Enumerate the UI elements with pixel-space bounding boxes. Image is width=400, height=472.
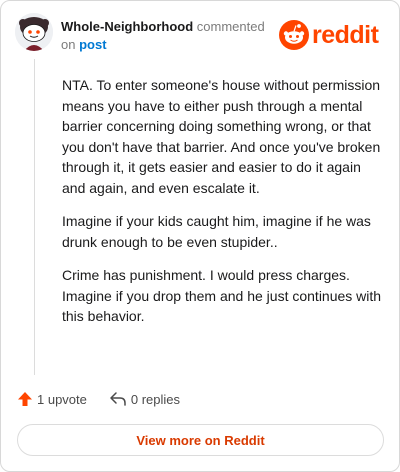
reddit-snoo-icon: [279, 20, 309, 50]
replies-button[interactable]: 0 replies: [109, 391, 180, 407]
upvote-count: 1 upvote: [37, 391, 87, 407]
comment-body: NTA. To enter someone's house without pe…: [62, 75, 384, 340]
upvote-arrow-icon: [18, 392, 32, 406]
upvote-button[interactable]: 1 upvote: [17, 391, 87, 407]
comment-paragraph: Imagine if your kids caught him, imagine…: [62, 213, 371, 250]
reddit-wordmark: reddit: [312, 20, 379, 49]
comment-header: Whole-Neighborhood commented on post: [61, 18, 279, 54]
post-link[interactable]: post: [79, 36, 106, 54]
author-username[interactable]: Whole-Neighborhood: [61, 19, 193, 34]
thread-line[interactable]: [34, 59, 35, 375]
snoo-avatar-icon: [15, 13, 53, 51]
comment-paragraph: NTA. To enter someone's house without pe…: [62, 77, 381, 196]
comment-paragraph: Crime has punishment. I would press char…: [62, 267, 382, 324]
reddit-logo[interactable]: reddit: [279, 19, 379, 51]
view-more-button[interactable]: View more on Reddit: [17, 424, 384, 456]
reply-arrow-icon: [110, 392, 126, 406]
user-avatar[interactable]: [15, 13, 53, 51]
replies-count: 0 replies: [130, 391, 181, 407]
comment-actions: 1 upvote 0 replies: [17, 389, 180, 409]
reddit-comment-embed: Whole-Neighborhood commented on post red…: [0, 0, 400, 472]
